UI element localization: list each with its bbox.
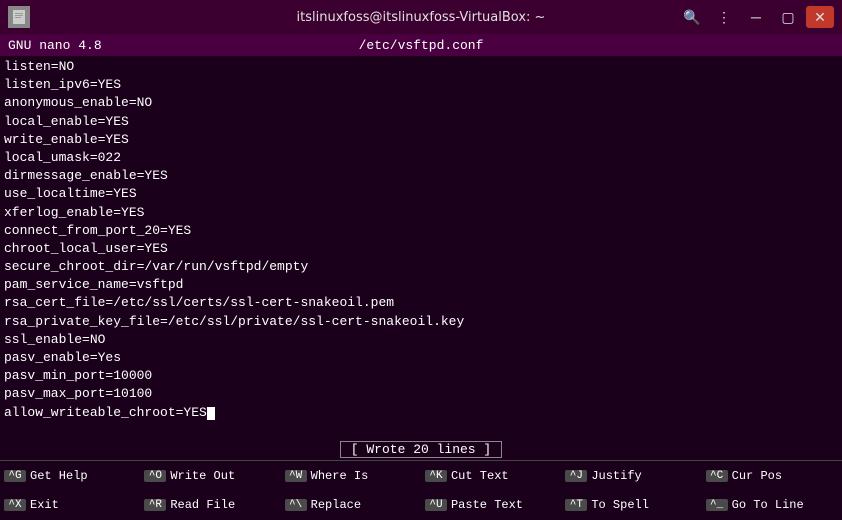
shortcut-item[interactable]: ^X Exit (0, 491, 140, 520)
shortcut-key: ^J (565, 470, 587, 482)
shortcut-label: Go To Line (732, 498, 804, 512)
shortcut-label: To Spell (591, 498, 649, 512)
shortcut-label: Cut Text (451, 469, 509, 483)
close-button[interactable]: ✕ (806, 6, 834, 28)
editor-area[interactable]: listen=NOlisten_ipv6=YESanonymous_enable… (0, 56, 842, 438)
shortcut-key: ^K (425, 470, 447, 482)
shortcut-key: ^W (285, 470, 307, 482)
shortcut-key: ^U (425, 499, 447, 511)
editor-line: write_enable=YES (4, 131, 838, 149)
editor-line: local_enable=YES (4, 113, 838, 131)
status-area: [ Wrote 20 lines ] (0, 438, 842, 460)
shortcut-label: Replace (311, 498, 361, 512)
editor-line: chroot_local_user=YES (4, 240, 838, 258)
search-button[interactable]: 🔍 (678, 6, 706, 28)
editor-line: xferlog_enable=YES (4, 204, 838, 222)
editor-line: ssl_enable=NO (4, 331, 838, 349)
minimize-button[interactable]: ─ (742, 6, 770, 28)
shortcut-item[interactable]: ^T To Spell (561, 491, 701, 520)
nano-version: GNU nano 4.8 (8, 38, 102, 53)
editor-line: dirmessage_enable=YES (4, 167, 838, 185)
shortcut-key: ^T (565, 499, 587, 511)
bottom-bar: ^G Get Help ^O Write Out ^W Where Is ^K Cut Tex… (0, 460, 842, 520)
shortcut-item[interactable]: ^C Cur Pos (702, 461, 842, 491)
editor-line: listen=NO (4, 58, 838, 76)
shortcut-item[interactable]: ^O Write Out (140, 461, 280, 491)
app-icon (8, 6, 30, 28)
editor-line: pam_service_name=vsftpd (4, 276, 838, 294)
nano-filename: /etc/vsftpd.conf (359, 38, 484, 53)
shortcut-item[interactable]: ^J Justify (561, 461, 701, 491)
menu-button[interactable]: ⋮ (710, 6, 738, 28)
editor-line: rsa_private_key_file=/etc/ssl/private/ss… (4, 313, 838, 331)
editor-line: pasv_enable=Yes (4, 349, 838, 367)
editor-line: rsa_cert_file=/etc/ssl/certs/ssl-cert-sn… (4, 294, 838, 312)
title-bar-left (8, 6, 215, 28)
editor-line: pasv_max_port=10100 (4, 385, 838, 403)
title-bar: itslinuxfoss@itslinuxfoss-VirtualBox: ~ … (0, 0, 842, 34)
editor-line: allow_writeable_chroot=YES (4, 404, 838, 422)
shortcut-key: ^R (144, 499, 166, 511)
shortcut-item[interactable]: ^U Paste Text (421, 491, 561, 520)
editor-line: anonymous_enable=NO (4, 94, 838, 112)
window-title: itslinuxfoss@itslinuxfoss-VirtualBox: ~ (215, 10, 628, 25)
shortcut-label: Justify (591, 469, 641, 483)
editor-line: local_umask=022 (4, 149, 838, 167)
shortcut-label: Read File (170, 498, 235, 512)
shortcut-label: Get Help (30, 469, 88, 483)
shortcut-label: Where Is (311, 469, 369, 483)
maximize-button[interactable]: ▢ (774, 6, 802, 28)
shortcut-item[interactable]: ^R Read File (140, 491, 280, 520)
shortcut-key: ^G (4, 470, 26, 482)
nano-topbar: GNU nano 4.8 /etc/vsftpd.conf (0, 34, 842, 56)
shortcut-label: Paste Text (451, 498, 523, 512)
shortcut-label: Cur Pos (732, 469, 782, 483)
title-bar-controls: 🔍 ⋮ ─ ▢ ✕ (628, 6, 835, 28)
shortcut-label: Write Out (170, 469, 235, 483)
editor-line: connect_from_port_20=YES (4, 222, 838, 240)
shortcut-key: ^X (4, 499, 26, 511)
status-message: [ Wrote 20 lines ] (340, 441, 502, 458)
editor-line: use_localtime=YES (4, 185, 838, 203)
shortcut-item[interactable]: ^G Get Help (0, 461, 140, 491)
shortcut-key: ^\ (285, 499, 307, 511)
shortcut-key: ^_ (706, 499, 728, 511)
shortcut-key: ^C (706, 470, 728, 482)
shortcut-key: ^O (144, 470, 166, 482)
shortcut-label: Exit (30, 498, 59, 512)
shortcut-item[interactable]: ^K Cut Text (421, 461, 561, 491)
editor-line: secure_chroot_dir=/var/run/vsftpd/empty (4, 258, 838, 276)
editor-line: pasv_min_port=10000 (4, 367, 838, 385)
shortcut-item[interactable]: ^\ Replace (281, 491, 421, 520)
shortcut-item[interactable]: ^W Where Is (281, 461, 421, 491)
editor-line: listen_ipv6=YES (4, 76, 838, 94)
shortcut-item[interactable]: ^_ Go To Line (702, 491, 842, 520)
